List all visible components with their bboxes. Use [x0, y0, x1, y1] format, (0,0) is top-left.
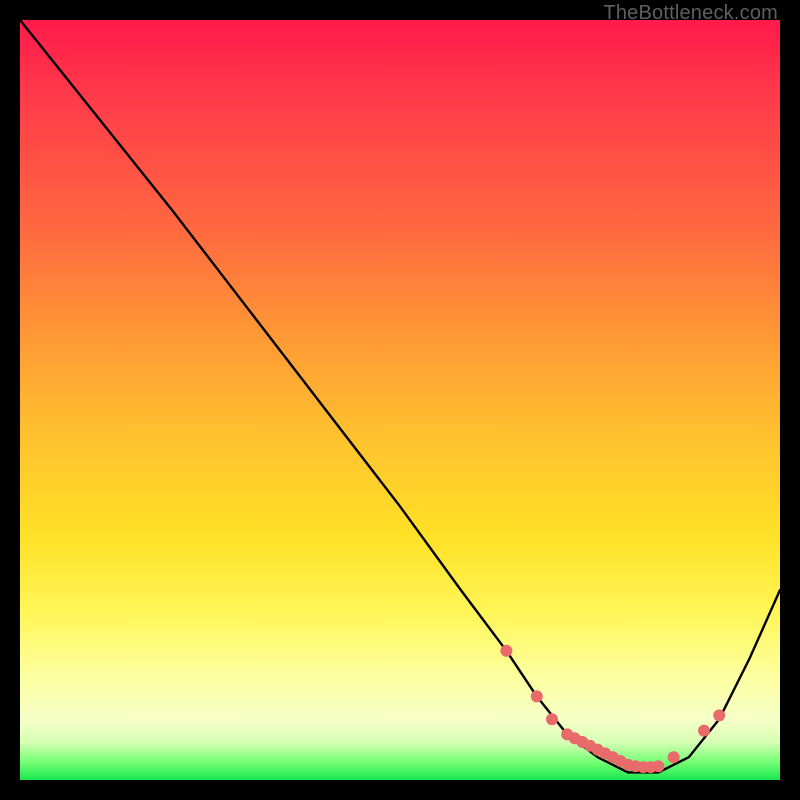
highlight-dot [531, 690, 543, 702]
highlight-dot [546, 713, 558, 725]
chart-frame: TheBottleneck.com [0, 0, 800, 800]
highlight-dot [652, 760, 664, 772]
watermark-text: TheBottleneck.com [603, 2, 778, 25]
bottleneck-curve [20, 20, 780, 772]
curve-layer [20, 20, 780, 780]
highlight-dot [668, 751, 680, 763]
highlight-dot [713, 709, 725, 721]
gradient-plot-area [20, 20, 780, 780]
highlight-dot [500, 645, 512, 657]
highlight-dot [698, 725, 710, 737]
